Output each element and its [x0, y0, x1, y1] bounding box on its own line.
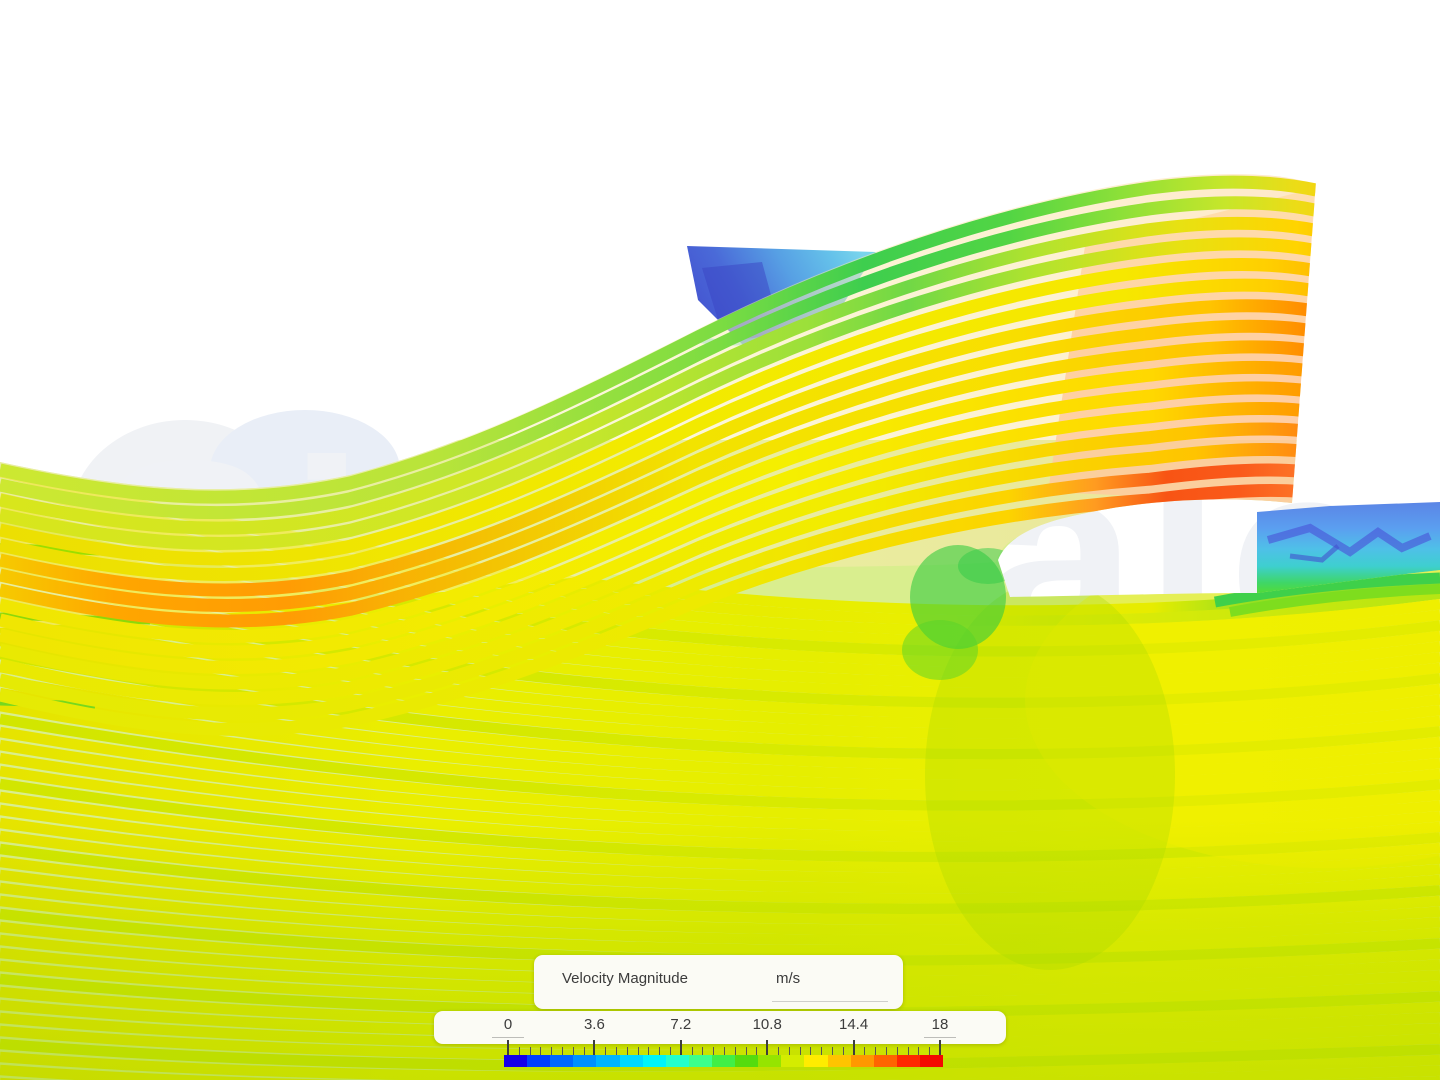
minor-tick	[788, 1047, 790, 1055]
scale-tick-label: 7.2	[670, 1016, 692, 1033]
postprocessor-viewport[interactable]: SimScale	[0, 0, 1440, 1080]
minor-tick	[518, 1047, 520, 1055]
minor-tick	[713, 1047, 715, 1055]
minor-tick	[637, 1047, 639, 1055]
minor-tick	[929, 1047, 931, 1055]
minor-tick	[734, 1047, 736, 1055]
major-tick	[507, 1040, 509, 1055]
streamline-scene: SimScale	[0, 174, 1440, 1080]
major-tick	[939, 1040, 941, 1055]
minor-tick	[745, 1047, 747, 1055]
minor-tick	[886, 1047, 887, 1055]
minor-tick	[907, 1047, 909, 1055]
minor-tick	[605, 1047, 607, 1055]
minor-tick	[648, 1047, 650, 1055]
major-tick	[852, 1040, 855, 1055]
colorbar-segment	[711, 1055, 736, 1067]
minor-tick	[702, 1047, 704, 1055]
colorbar-segment	[688, 1055, 712, 1067]
colorbar-ticks	[434, 1040, 1006, 1055]
minor-tick	[832, 1047, 833, 1055]
major-tick	[593, 1040, 596, 1055]
scale-tick-underline	[492, 1037, 524, 1038]
minor-tick	[875, 1047, 877, 1055]
minor-tick	[540, 1047, 542, 1055]
minor-tick	[864, 1047, 866, 1055]
scale-tick-label[interactable]: 0	[504, 1016, 512, 1033]
colorbar	[504, 1055, 944, 1067]
minor-tick	[583, 1047, 585, 1055]
legend-unit-underline	[772, 1001, 888, 1002]
minor-tick	[778, 1047, 779, 1055]
scale-tick-label[interactable]: 18	[932, 1016, 949, 1033]
minor-tick	[756, 1047, 758, 1055]
scale-tick-label: 3.6	[583, 1016, 605, 1033]
minor-tick	[821, 1047, 823, 1055]
colorbar-segment	[758, 1055, 782, 1067]
minor-tick	[551, 1047, 553, 1055]
colorbar-segment	[781, 1055, 805, 1067]
colorbar-segment	[735, 1055, 759, 1067]
minor-tick	[799, 1047, 801, 1055]
colorbar-segment	[896, 1055, 920, 1067]
legend-unit-field[interactable]: m/s	[776, 955, 800, 1003]
colorbar-segment	[596, 1055, 620, 1067]
scale-tick-label: 10.8	[752, 1016, 782, 1033]
colorbar-segment	[919, 1055, 944, 1067]
major-tick	[679, 1040, 682, 1055]
minor-tick	[659, 1047, 661, 1055]
minor-tick	[626, 1047, 628, 1055]
scale-tick-label: 14.4	[838, 1016, 869, 1033]
major-tick	[766, 1040, 769, 1055]
minor-tick	[810, 1047, 812, 1055]
minor-tick	[562, 1047, 563, 1055]
colorbar-segment	[550, 1055, 574, 1067]
colorbar-segment	[827, 1055, 851, 1067]
colorbar-segment	[873, 1055, 897, 1067]
legend-field-name: Velocity Magnitude	[562, 970, 688, 987]
minor-tick	[724, 1047, 725, 1055]
minor-tick	[616, 1047, 617, 1055]
minor-tick	[842, 1047, 844, 1055]
colorbar-segment	[619, 1055, 643, 1067]
colorbar-segment	[527, 1055, 551, 1067]
minor-tick	[529, 1047, 531, 1055]
colorbar-segment	[642, 1055, 666, 1067]
minor-tick	[896, 1047, 898, 1055]
minor-tick	[670, 1047, 671, 1055]
scale-tick-underline	[924, 1037, 956, 1038]
colorbar-segment	[804, 1055, 828, 1067]
minor-tick	[572, 1047, 574, 1055]
minor-tick	[918, 1047, 920, 1055]
minor-tick	[691, 1047, 693, 1055]
colorbar-segment	[504, 1055, 528, 1067]
colorbar-segment	[573, 1055, 597, 1067]
colorbar-segment	[850, 1055, 874, 1067]
colorbar-segment	[665, 1055, 689, 1067]
legend-title-box: Velocity Magnitude m/s	[534, 955, 903, 1009]
